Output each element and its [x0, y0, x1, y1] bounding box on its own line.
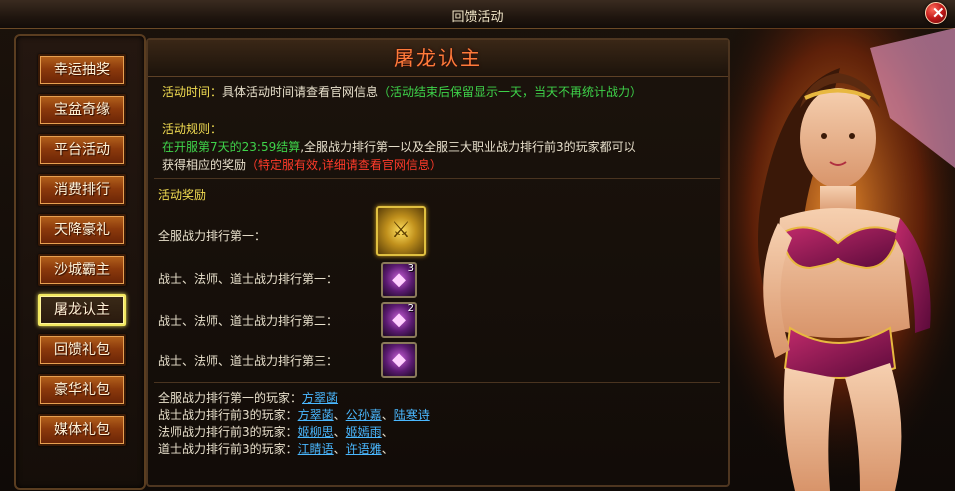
rules-label: 活动规则：	[162, 122, 223, 136]
item-count: 3	[407, 263, 414, 274]
character-illustration	[720, 28, 955, 491]
potion-bag-icon: ◆	[392, 349, 406, 370]
ranking-row: 全服战力排行第一的玩家：方翠菡	[158, 390, 430, 407]
player-link[interactable]: 陆寒诗	[394, 408, 430, 422]
ranking-label: 战士战力排行前3的玩家：	[158, 408, 298, 422]
nav-item-spending-rank[interactable]: 消费排行	[38, 174, 126, 206]
divider	[154, 382, 720, 383]
reward-label-class-third: 战士、法师、道士战力排行第三：	[158, 354, 339, 368]
ranking-label: 全服战力排行第一的玩家：	[158, 391, 303, 405]
time-text: 具体活动时间请查看官网信息	[222, 85, 379, 99]
ranking-row: 道士战力排行前3的玩家：江睛语、许语雅、	[158, 442, 394, 456]
divider	[154, 178, 720, 179]
nav-item-reward-pack[interactable]: 回馈礼包	[38, 334, 126, 366]
activity-window: 回馈活动 ✕ 幸运抽奖 宝盆奇缘 平台活动 消费排行 天降豪礼 沙城霸主 屠龙认…	[0, 0, 955, 491]
ranking-row: 战士战力排行前3的玩家：方翠菡、公孙嘉、陆寒诗	[158, 408, 430, 422]
player-link[interactable]: 姬嫣雨	[346, 425, 382, 439]
window-title: 回馈活动	[451, 10, 504, 25]
rewards-heading: 活动奖励	[158, 188, 207, 202]
close-button[interactable]: ✕	[925, 2, 947, 24]
rules-note: （特定服有效,详细请查看官网信息）	[246, 158, 442, 172]
reward-item-weapon[interactable]: ⚔	[376, 206, 426, 256]
player-link[interactable]: 方翠菡	[302, 391, 338, 405]
title-bar[interactable]: 回馈活动 ✕	[0, 0, 955, 29]
activity-time: 活动时间：具体活动时间请查看官网信息（活动结束后保留显示一天，当天不再统计战力）	[162, 83, 642, 101]
rules-text-1: ,全服战力排行第一以及全服三大职业战力排行前3的玩家都可以	[300, 140, 636, 154]
content-panel: 屠龙认主 活动时间：具体活动时间请查看官网信息（活动结束后保留显示一天，当天不再…	[146, 38, 730, 487]
player-link[interactable]: 姬柳思	[298, 425, 334, 439]
rules-text-2: 获得相应的奖励	[162, 158, 247, 172]
nav-item-platform-event[interactable]: 平台活动	[38, 134, 126, 166]
nav-item-sand-city-lord[interactable]: 沙城霸主	[38, 254, 126, 286]
reward-item-bag-2[interactable]: ◆ 2	[381, 302, 417, 338]
nav-item-dragon-slayer[interactable]: 屠龙认主	[38, 294, 126, 326]
nav-item-lucky-draw[interactable]: 幸运抽奖	[38, 54, 126, 86]
item-count: 2	[407, 303, 414, 314]
player-link[interactable]: 许语雅	[346, 442, 382, 456]
nav-item-treasure-bowl[interactable]: 宝盆奇缘	[38, 94, 126, 126]
activity-rules: 活动规则： 在开服第7天的23:59结算,全服战力排行第一以及全服三大职业战力排…	[162, 120, 636, 174]
player-link[interactable]: 公孙嘉	[346, 408, 382, 422]
time-label: 活动时间：	[162, 85, 223, 99]
close-icon: ✕	[932, 5, 945, 22]
reward-label-overall-first: 全服战力排行第一：	[158, 229, 267, 243]
reward-label-class-second: 战士、法师、道士战力排行第二：	[158, 314, 339, 328]
rules-settlement: 在开服第7天的23:59结算	[162, 140, 301, 154]
reward-item-bag-1[interactable]: ◆ 3	[381, 262, 417, 298]
reward-label-class-first: 战士、法师、道士战力排行第一：	[158, 272, 339, 286]
page-title: 屠龙认主	[148, 40, 728, 77]
player-link[interactable]: 江睛语	[298, 442, 334, 456]
weapon-icon: ⚔	[391, 218, 411, 243]
rankings-list: 全服战力排行第一的玩家：方翠菡 战士战力排行前3的玩家：方翠菡、公孙嘉、陆寒诗 …	[158, 390, 430, 458]
character-portrait	[720, 28, 955, 491]
ranking-label: 道士战力排行前3的玩家：	[158, 442, 298, 456]
ranking-row: 法师战力排行前3的玩家：姬柳思、姬嫣雨、	[158, 425, 394, 439]
nav-item-sky-gift[interactable]: 天降豪礼	[38, 214, 126, 246]
nav-item-media-pack[interactable]: 媒体礼包	[38, 414, 126, 446]
nav-item-deluxe-pack[interactable]: 豪华礼包	[38, 374, 126, 406]
player-link[interactable]: 方翠菡	[298, 408, 334, 422]
sidebar-nav: 幸运抽奖 宝盆奇缘 平台活动 消费排行 天降豪礼 沙城霸主 屠龙认主 回馈礼包 …	[14, 34, 146, 490]
ranking-label: 法师战力排行前3的玩家：	[158, 425, 298, 439]
reward-item-bag-3[interactable]: ◆	[381, 342, 417, 378]
time-note: （活动结束后保留显示一天，当天不再统计战力）	[378, 85, 643, 99]
